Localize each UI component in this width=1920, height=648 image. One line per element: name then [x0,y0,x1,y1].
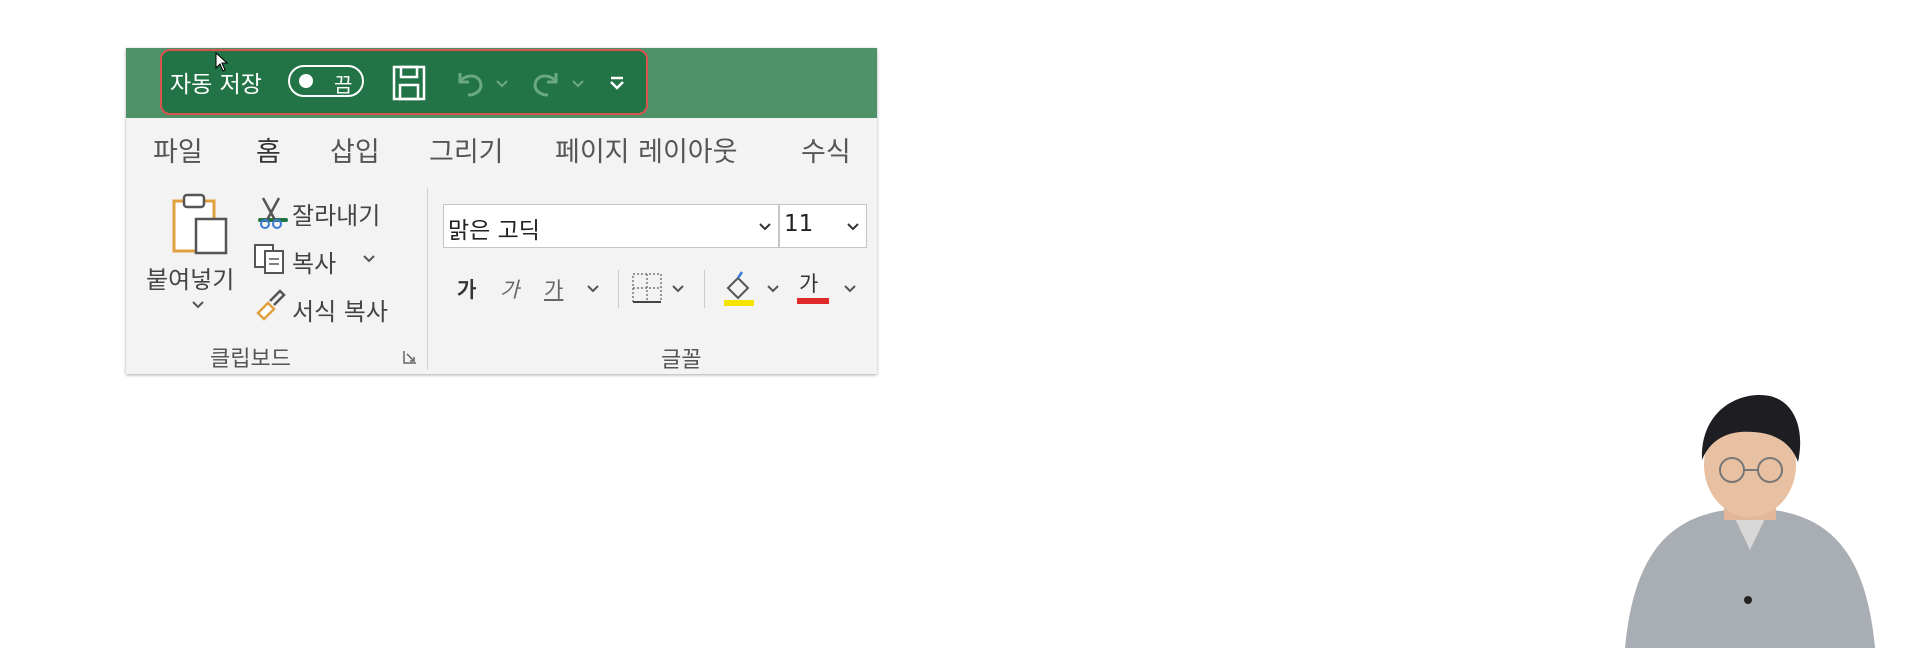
font-size-dropdown-icon[interactable] [846,222,860,232]
excel-window: 자동 저장 끔 파일 홈 삽입 그리기 페이지 레이아웃 수식 붙여넣기 잘라내… [126,48,877,374]
autosave-toggle[interactable]: 끔 [288,65,364,97]
font-divider-2 [704,270,705,308]
font-group-label: 글꼴 [661,348,702,373]
font-color-dropdown-icon[interactable] [843,284,857,294]
presenter-video-image [1625,394,1875,648]
paste-button[interactable]: 붙여넣기 [146,260,234,295]
copy-dropdown-icon[interactable] [362,254,376,264]
copy-button[interactable]: 복사 [292,244,336,279]
font-color-button[interactable]: 가 [799,268,818,298]
bold-button[interactable]: 가 [457,274,476,304]
font-divider [618,270,619,308]
tab-page-layout[interactable]: 페이지 레이아웃 [555,130,737,169]
font-name-dropdown-icon[interactable] [758,222,772,232]
tab-formulas[interactable]: 수식 [801,130,851,169]
customize-qat-icon[interactable] [608,75,626,91]
cut-button[interactable]: 잘라내기 [292,196,380,231]
redo-icon[interactable] [530,67,562,99]
paste-icon[interactable] [170,193,230,255]
tab-insert[interactable]: 삽입 [330,130,380,169]
mouse-cursor-icon [215,52,229,72]
save-icon[interactable] [392,65,426,101]
toggle-knob [299,74,313,88]
format-painter-button[interactable]: 서식 복사 [292,292,388,327]
fill-color-dropdown-icon[interactable] [766,284,780,294]
font-name-value: 맑은 고딕 [448,218,540,244]
tab-file[interactable]: 파일 [153,130,203,169]
tab-draw[interactable]: 그리기 [429,130,504,169]
underline-dropdown-icon[interactable] [586,284,600,294]
redo-dropdown-icon[interactable] [571,79,585,89]
tab-home[interactable]: 홈 [256,130,281,169]
borders-dropdown-icon[interactable] [671,284,685,294]
quick-access-toolbar: 자동 저장 끔 [160,49,648,115]
group-separator [427,188,428,370]
font-name-combo[interactable]: 맑은 고딕 [443,204,779,248]
borders-icon[interactable] [631,272,663,304]
font-color-swatch [797,298,829,304]
copy-icon[interactable] [253,243,287,275]
italic-button[interactable]: 가 [500,274,519,304]
font-size-combo[interactable]: 11 [779,204,867,248]
format-painter-icon[interactable] [254,289,286,321]
undo-icon[interactable] [454,67,486,99]
title-bar: 자동 저장 끔 [126,48,877,118]
fill-color-icon[interactable] [722,270,756,306]
clipboard-launcher-icon[interactable] [402,349,418,365]
clipboard-group-label: 클립보드 [210,347,291,372]
paste-dropdown-icon[interactable] [191,300,205,310]
autosave-state: 끔 [334,73,353,97]
undo-dropdown-icon[interactable] [495,79,509,89]
scissors-icon[interactable] [257,196,285,230]
underline-button[interactable]: 가 [544,274,563,304]
font-size-value: 11 [784,211,814,237]
